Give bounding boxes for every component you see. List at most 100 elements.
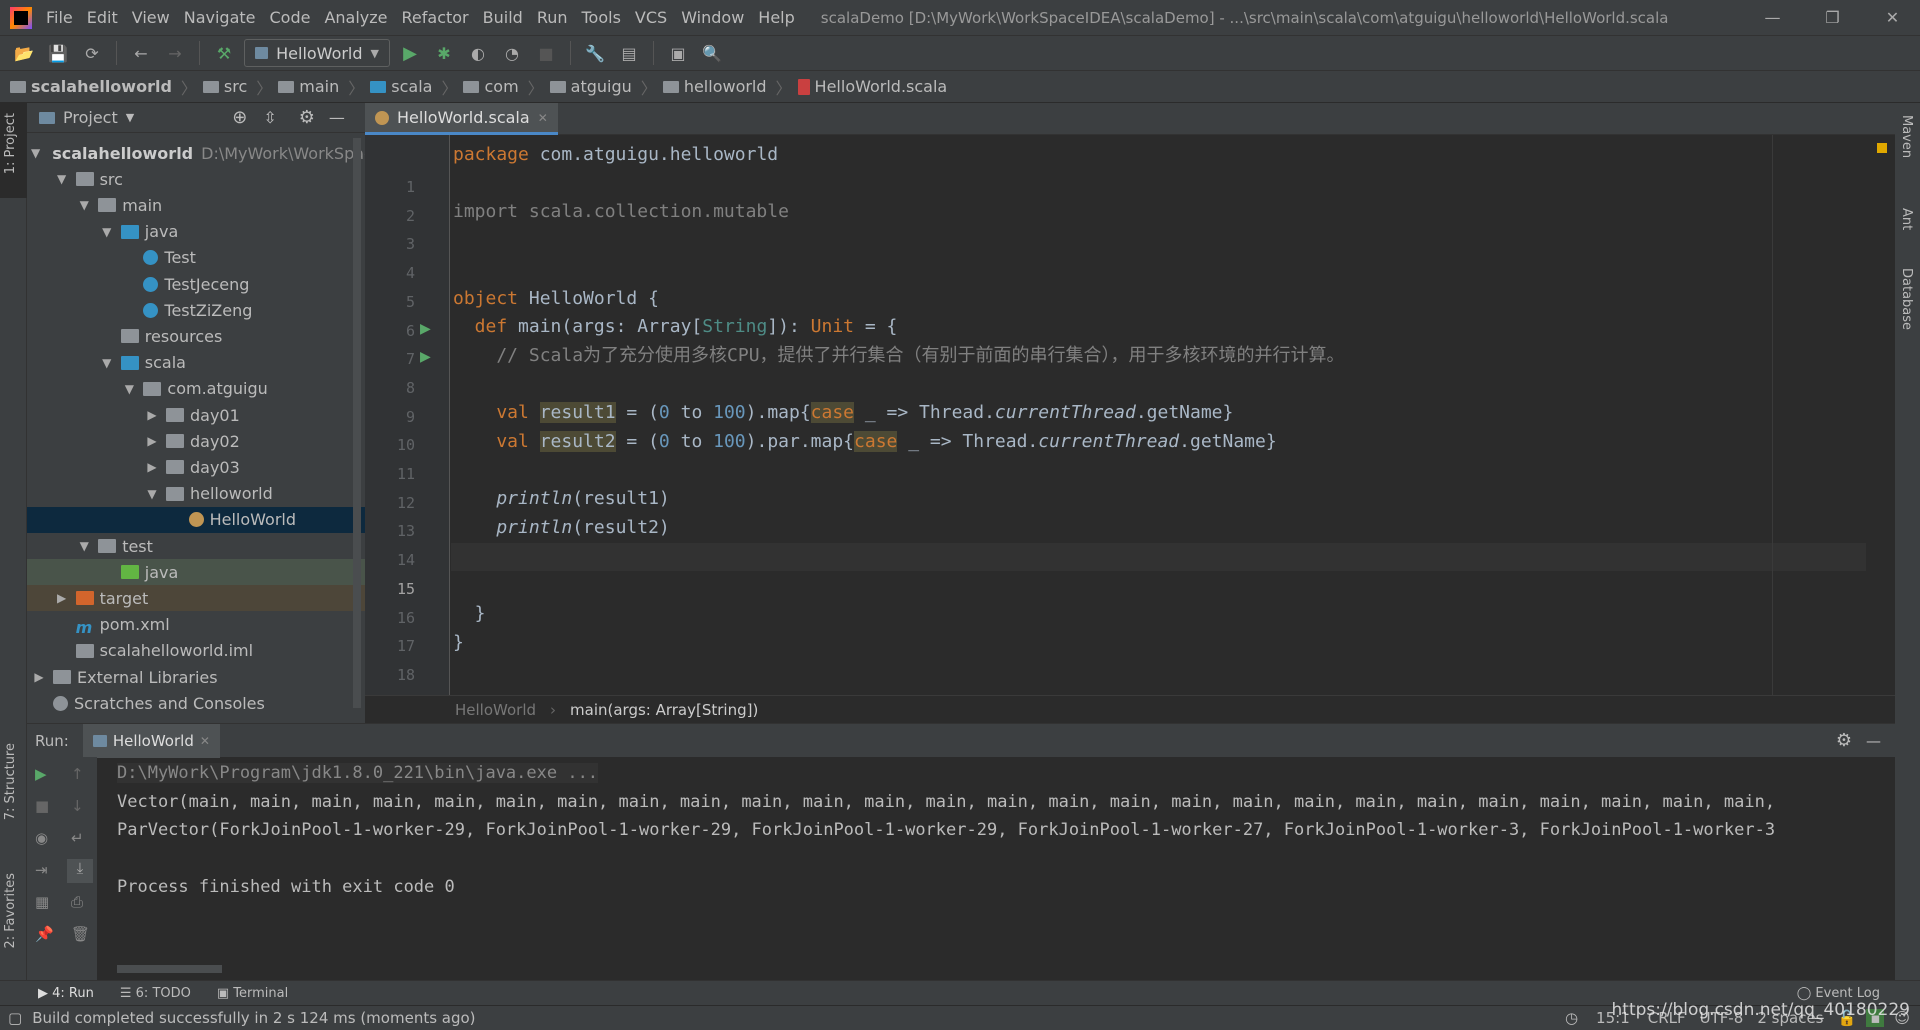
tree-item-test[interactable]: Test (27, 245, 365, 271)
line-number[interactable]: 8 (365, 379, 415, 397)
close-tab-icon[interactable]: ✕ (538, 111, 548, 125)
tree-item-day02[interactable]: ▶ day02 (27, 428, 365, 454)
line-number[interactable]: 3 (365, 235, 415, 253)
crumb-object[interactable]: HelloWorld (455, 701, 536, 719)
tree-item-scratches-and-consoles[interactable]: Scratches and Consoles (27, 690, 365, 716)
memory-indicator-icon[interactable]: ◷ (1565, 1009, 1578, 1027)
tree-scrollbar[interactable] (353, 138, 361, 708)
terminal-tool-tab[interactable]: ▣ Terminal (217, 986, 288, 1001)
tree-item-testjeceng[interactable]: TestJeceng (27, 271, 365, 297)
line-number[interactable]: 13 (365, 522, 415, 540)
tree-item-scalahelloworld[interactable]: ▼ scalahelloworld D:\MyWork\WorkSpaceIDEA (27, 140, 365, 166)
back-icon[interactable]: ← (127, 40, 155, 66)
open-folder-icon[interactable]: 📂 (10, 40, 38, 66)
tree-item-test[interactable]: ▼ test (27, 533, 365, 559)
tree-item-src[interactable]: ▼ src (27, 166, 365, 192)
chevron-down-icon[interactable]: ▼ (76, 539, 92, 553)
locate-icon[interactable]: ⊕ (232, 107, 247, 128)
menu-tools[interactable]: Tools (582, 8, 621, 27)
breadcrumb-item[interactable]: helloworld 〉 (662, 75, 798, 99)
close-button[interactable]: ✕ (1865, 0, 1920, 35)
tree-item-target[interactable]: ▶ target (27, 585, 365, 612)
tree-item-helloworld[interactable]: ▼ helloworld (27, 481, 365, 507)
stop-icon[interactable]: ■ (532, 40, 560, 66)
line-number[interactable]: 6 (365, 322, 415, 340)
line-number[interactable]: 18 (365, 666, 415, 684)
chevron-right-icon[interactable]: ▶ (31, 670, 47, 684)
collapse-all-icon[interactable]: ⇳ (263, 108, 276, 127)
exit-icon[interactable]: ⇥ (35, 861, 48, 879)
tree-item-com-atguigu[interactable]: ▼ com.atguigu (27, 376, 365, 402)
tree-item-scalahelloworld-iml[interactable]: scalahelloworld.iml (27, 638, 365, 664)
forward-icon[interactable]: → (161, 40, 189, 66)
menu-build[interactable]: Build (483, 8, 523, 27)
line-number[interactable]: 10 (365, 436, 415, 454)
menu-analyze[interactable]: Analyze (324, 8, 387, 27)
line-number[interactable]: 9 (365, 408, 415, 426)
breadcrumb-item[interactable]: src 〉 (202, 75, 278, 99)
line-number[interactable]: 1 (365, 178, 415, 196)
database-tool-tab[interactable]: Database (1899, 268, 1914, 330)
breadcrumb-item[interactable]: scalahelloworld 〉 (10, 75, 203, 99)
scroll-to-end-icon[interactable]: ⤓ (67, 859, 93, 883)
menu-navigate[interactable]: Navigate (184, 8, 256, 27)
line-number[interactable]: 7 (365, 350, 415, 368)
profile-icon[interactable]: ◔ (498, 40, 526, 66)
line-number[interactable]: 12 (365, 494, 415, 512)
menu-window[interactable]: Window (681, 8, 744, 27)
hide-icon[interactable]: — (329, 108, 345, 127)
soft-wrap-icon[interactable]: ↵ (71, 829, 84, 847)
settings-wrench-icon[interactable]: 🔧 (581, 40, 609, 66)
breadcrumb-item[interactable]: HelloWorld.scala (797, 77, 947, 96)
favorites-tool-tab[interactable]: 2: Favorites (3, 873, 18, 949)
chevron-down-icon[interactable]: ▼ (31, 146, 40, 160)
line-number[interactable]: 2 (365, 207, 415, 225)
menu-edit[interactable]: Edit (87, 8, 118, 27)
trash-icon[interactable]: 🗑 (71, 925, 90, 943)
coverage-icon[interactable]: ◐ (464, 40, 492, 66)
close-tab-icon[interactable]: ✕ (200, 734, 210, 748)
tree-item-day03[interactable]: ▶ day03 (27, 454, 365, 480)
chevron-down-icon[interactable]: ▼ (99, 356, 115, 370)
project-tool-tab[interactable]: 1: Project (3, 113, 18, 174)
line-number[interactable]: 14 (365, 551, 415, 569)
chevron-down-icon[interactable]: ▼ (126, 111, 134, 124)
hide-icon[interactable]: — (1866, 732, 1881, 750)
chevron-down-icon[interactable]: ▼ (76, 198, 92, 212)
rerun-icon[interactable]: ▶ (35, 765, 47, 783)
tab-helloworld-scala[interactable]: HelloWorld.scala ✕ (365, 103, 558, 135)
tree-item-java[interactable]: ▼ java (27, 219, 365, 245)
todo-tool-tab[interactable]: ☰ 6: TODO (120, 986, 191, 1001)
terminal-window-icon[interactable]: ▣ (664, 40, 692, 66)
crumb-method[interactable]: main(args: Array[String]) (570, 701, 758, 719)
menu-help[interactable]: Help (758, 8, 794, 27)
breadcrumb-item[interactable]: main 〉 (278, 75, 370, 99)
tree-item-testzizeng[interactable]: TestZiZeng (27, 297, 365, 323)
run-gutter-icon[interactable]: ▶ (420, 321, 431, 337)
line-number[interactable]: 15 (365, 580, 415, 598)
chevron-right-icon[interactable]: ▶ (144, 460, 160, 474)
line-number[interactable]: 17 (365, 637, 415, 655)
tree-item-scala[interactable]: ▼ scala (27, 350, 365, 376)
run-tab-helloworld[interactable]: HelloWorld ✕ (82, 723, 220, 758)
menu-view[interactable]: View (132, 8, 170, 27)
gear-icon[interactable]: ⚙ (299, 107, 315, 128)
restore-button[interactable]: ❐ (1805, 0, 1860, 35)
menu-run[interactable]: Run (537, 8, 568, 27)
maven-tool-tab[interactable]: Maven (1899, 115, 1914, 158)
project-structure-icon[interactable]: ▤ (615, 40, 643, 66)
layout-icon[interactable]: ▦ (35, 893, 49, 911)
chevron-right-icon[interactable]: ▶ (144, 408, 160, 422)
breadcrumb-item[interactable]: com 〉 (463, 75, 549, 99)
structure-tool-tab[interactable]: 7: Structure (3, 743, 18, 820)
chevron-right-icon[interactable]: ▶ (144, 434, 160, 448)
menu-vcs[interactable]: VCS (635, 8, 667, 27)
build-hammer-icon[interactable]: ⚒ (210, 40, 238, 66)
tree-item-pom-xml[interactable]: m pom.xml (27, 612, 365, 638)
search-icon[interactable]: 🔍 (698, 40, 726, 66)
chevron-down-icon[interactable]: ▼ (54, 172, 70, 186)
pin-icon[interactable]: 📌 (35, 925, 54, 943)
debug-icon[interactable]: ✱ (430, 40, 458, 66)
tree-item-helloworld[interactable]: HelloWorld (27, 506, 365, 533)
project-view-select[interactable]: Project (63, 108, 118, 127)
